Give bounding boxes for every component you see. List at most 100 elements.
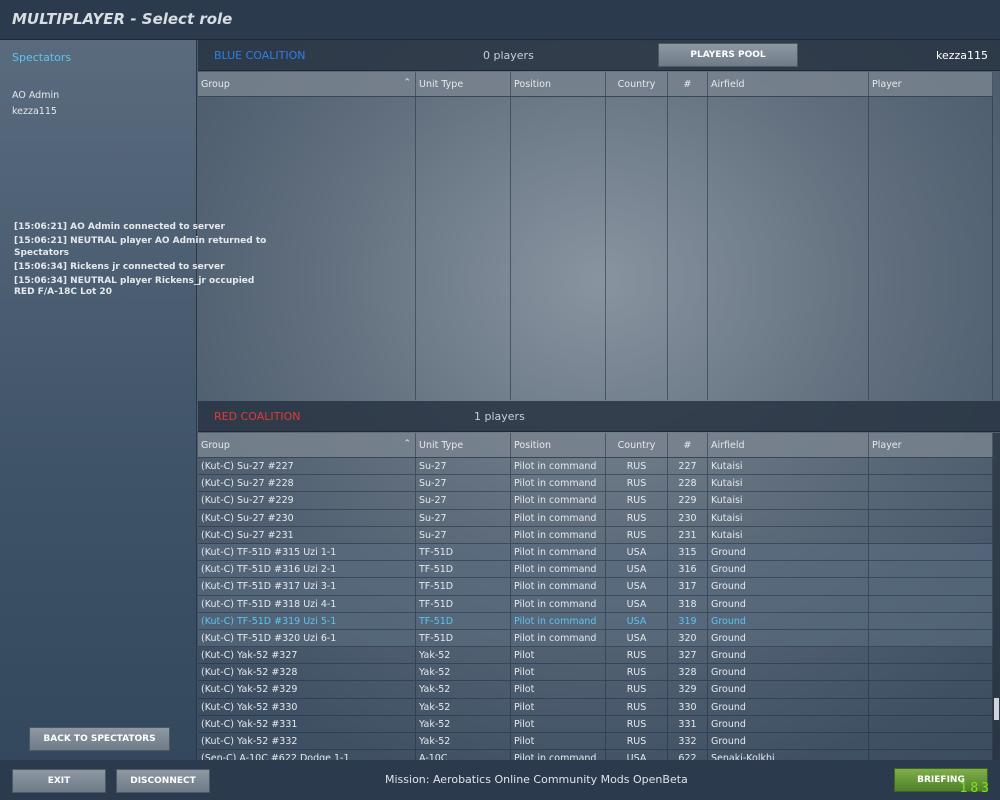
scrollbar-thumb[interactable] bbox=[994, 698, 999, 720]
table-row[interactable]: (Kut-C) Yak-52 #332 Yak-52 Pilot RUS 332 Grou… bbox=[198, 733, 993, 751]
table-row[interactable]: (Kut-C) TF-51D #317 Uzi 3-1 TF-51D Pilot i… bbox=[198, 578, 993, 596]
cell-country: USA bbox=[606, 595, 668, 612]
cell-airfield: Kutaisi bbox=[708, 509, 869, 526]
cell-unit-type: Su-27 bbox=[416, 509, 511, 526]
cell-position: Pilot in command bbox=[511, 561, 606, 578]
cell-airfield: Ground bbox=[708, 561, 869, 578]
cell-country: RUS bbox=[606, 647, 668, 664]
cell-position: Pilot bbox=[511, 647, 606, 664]
cell-unit-type: TF-51D bbox=[416, 543, 511, 561]
cell-position: Pilot in command bbox=[511, 509, 606, 526]
cell-group: (Kut-C) TF-51D #320 Uzi 6-1 bbox=[198, 629, 416, 647]
cell-player bbox=[869, 647, 993, 664]
red-coalition-header: RED COALITION 1 players bbox=[198, 401, 1000, 432]
column-header-position[interactable]: Position bbox=[511, 433, 606, 457]
cell-player bbox=[869, 543, 993, 561]
column-header-group[interactable]: Group ⌃ bbox=[198, 433, 416, 457]
cell-group: (Kut-C) Yak-52 #327 bbox=[198, 647, 416, 664]
table-row[interactable]: (Kut-C) TF-51D #318 Uzi 4-1 TF-51D Pilot i… bbox=[198, 595, 993, 613]
table-row[interactable]: (Kut-C) Yak-52 #329 Yak-52 Pilot RUS 329 Grou… bbox=[198, 681, 993, 699]
cell-airfield: Ground bbox=[708, 715, 869, 732]
cell-player bbox=[869, 681, 993, 698]
red-player-count: 1 players bbox=[474, 410, 525, 423]
bottom-bar: EXIT DISCONNECT Mission: Aerobatics Onli… bbox=[0, 760, 1000, 800]
table-row[interactable]: (Kut-C) Su-27 #231 Su-27 Pilot in command R… bbox=[198, 526, 993, 544]
column-header-position[interactable]: Position bbox=[511, 72, 606, 96]
cell-airfield: Senaki-Kolkhi bbox=[708, 750, 869, 760]
exit-button[interactable]: EXIT bbox=[12, 769, 106, 793]
blue-player-count: 0 players bbox=[483, 49, 534, 62]
cell-airfield: Ground bbox=[708, 664, 869, 681]
cell-player bbox=[869, 578, 993, 595]
column-header-airfield[interactable]: Airfield bbox=[708, 433, 869, 457]
column-header-player[interactable]: Player bbox=[869, 72, 993, 96]
cell-number: 331 bbox=[668, 715, 708, 732]
table-row[interactable]: (Kut-C) TF-51D #316 Uzi 2-1 TF-51D Pilot i… bbox=[198, 561, 993, 579]
table-row[interactable]: (Kut-C) Su-27 #230 Su-27 Pilot in command R… bbox=[198, 509, 993, 527]
table-row[interactable]: (Sen-C) A-10C #622 Dodge 1-1 A-10C Pilot i… bbox=[198, 750, 993, 760]
cell-airfield: Ground bbox=[708, 698, 869, 715]
table-row[interactable]: (Kut-C) Su-27 #229 Su-27 Pilot in command R… bbox=[198, 492, 993, 510]
spectators-title[interactable]: Spectators bbox=[12, 51, 71, 64]
column-header-number[interactable]: # bbox=[668, 72, 708, 96]
table-row[interactable]: (Kut-C) Yak-52 #327 Yak-52 Pilot RUS 327 Grou… bbox=[198, 647, 993, 665]
red-coalition-title[interactable]: RED COALITION bbox=[214, 410, 300, 423]
column-header-unit-type[interactable]: Unit Type bbox=[416, 72, 511, 96]
table-row[interactable]: (Kut-C) Su-27 #228 Su-27 Pilot in command R… bbox=[198, 475, 993, 493]
cell-unit-type: Yak-52 bbox=[416, 647, 511, 664]
cell-player bbox=[869, 509, 993, 526]
cell-group: (Sen-C) A-10C #622 Dodge 1-1 bbox=[198, 750, 416, 760]
table-row[interactable]: (Kut-C) Yak-52 #330 Yak-52 Pilot RUS 330 Grou… bbox=[198, 698, 993, 716]
disconnect-button[interactable]: DISCONNECT bbox=[116, 769, 210, 793]
column-header-number[interactable]: # bbox=[668, 433, 708, 457]
table-row[interactable]: (Kut-C) TF-51D #315 Uzi 1-1 TF-51D Pilot i… bbox=[198, 543, 993, 562]
cell-unit-type: Yak-52 bbox=[416, 733, 511, 750]
cell-unit-type: Yak-52 bbox=[416, 681, 511, 698]
cell-player bbox=[869, 526, 993, 543]
players-pool-button[interactable]: PLAYERS POOL bbox=[658, 43, 798, 67]
table-row[interactable]: (Kut-C) Yak-52 #331 Yak-52 Pilot RUS 331 Grou… bbox=[198, 715, 993, 733]
column-header-country[interactable]: Country bbox=[606, 433, 668, 457]
cell-player bbox=[869, 698, 993, 715]
table-row[interactable]: (Kut-C) Su-27 #227 Su-27 Pilot in command R… bbox=[198, 458, 993, 476]
column-header-group[interactable]: Group ⌃ bbox=[198, 72, 416, 96]
chat-log: [15:06:21] AO Admin connected to server … bbox=[14, 222, 274, 301]
cell-airfield: Ground bbox=[708, 647, 869, 664]
table-row[interactable]: (Kut-C) TF-51D #319 Uzi 5-1 TF-51D Pilot i… bbox=[198, 612, 993, 630]
column-header-country[interactable]: Country bbox=[606, 72, 668, 96]
cell-country: USA bbox=[606, 578, 668, 595]
fps-counter: 183 bbox=[959, 781, 992, 796]
column-header-unit-type[interactable]: Unit Type bbox=[416, 433, 511, 457]
cell-airfield: Kutaisi bbox=[708, 526, 869, 543]
sort-ascending-icon[interactable]: ⌃ bbox=[403, 78, 411, 88]
cell-unit-type: Yak-52 bbox=[416, 698, 511, 715]
column-header-player[interactable]: Player bbox=[869, 433, 993, 457]
table-row[interactable]: (Kut-C) TF-51D #320 Uzi 6-1 TF-51D Pilot i… bbox=[198, 629, 993, 648]
chat-message: [15:06:34] Rickens jr connected to serve… bbox=[14, 261, 225, 272]
cell-group: (Kut-C) TF-51D #317 Uzi 3-1 bbox=[198, 578, 416, 595]
cell-number: 317 bbox=[668, 578, 708, 595]
scrollbar[interactable] bbox=[993, 433, 1000, 760]
blue-coalition-title[interactable]: BLUE COALITION bbox=[214, 49, 306, 62]
table-row[interactable]: (Kut-C) Yak-52 #328 Yak-52 Pilot RUS 328 Grou… bbox=[198, 664, 993, 682]
cell-number: 315 bbox=[668, 543, 708, 561]
column-header-airfield[interactable]: Airfield bbox=[708, 72, 869, 96]
cell-number: 320 bbox=[668, 629, 708, 647]
cell-group: (Kut-C) Yak-52 #328 bbox=[198, 664, 416, 681]
cell-player bbox=[869, 475, 993, 492]
cell-unit-type: Su-27 bbox=[416, 458, 511, 475]
sort-ascending-icon[interactable]: ⌃ bbox=[403, 439, 411, 449]
cell-number: 227 bbox=[668, 458, 708, 475]
cell-player bbox=[869, 561, 993, 578]
cell-position: Pilot in command bbox=[511, 595, 606, 612]
cell-group: (Kut-C) Su-27 #230 bbox=[198, 509, 416, 526]
spectators-panel: Spectators AO Admin kezza115 BACK TO SPE… bbox=[0, 40, 197, 760]
cell-group: (Kut-C) Su-27 #227 bbox=[198, 458, 416, 475]
cell-number: 231 bbox=[668, 526, 708, 543]
username: kezza115 bbox=[935, 49, 988, 62]
cell-unit-type: TF-51D bbox=[416, 612, 511, 629]
cell-group: (Kut-C) Yak-52 #331 bbox=[198, 715, 416, 732]
cell-airfield: Kutaisi bbox=[708, 458, 869, 475]
back-to-spectators-button[interactable]: BACK TO SPECTATORS bbox=[29, 727, 170, 751]
cell-country: RUS bbox=[606, 475, 668, 492]
